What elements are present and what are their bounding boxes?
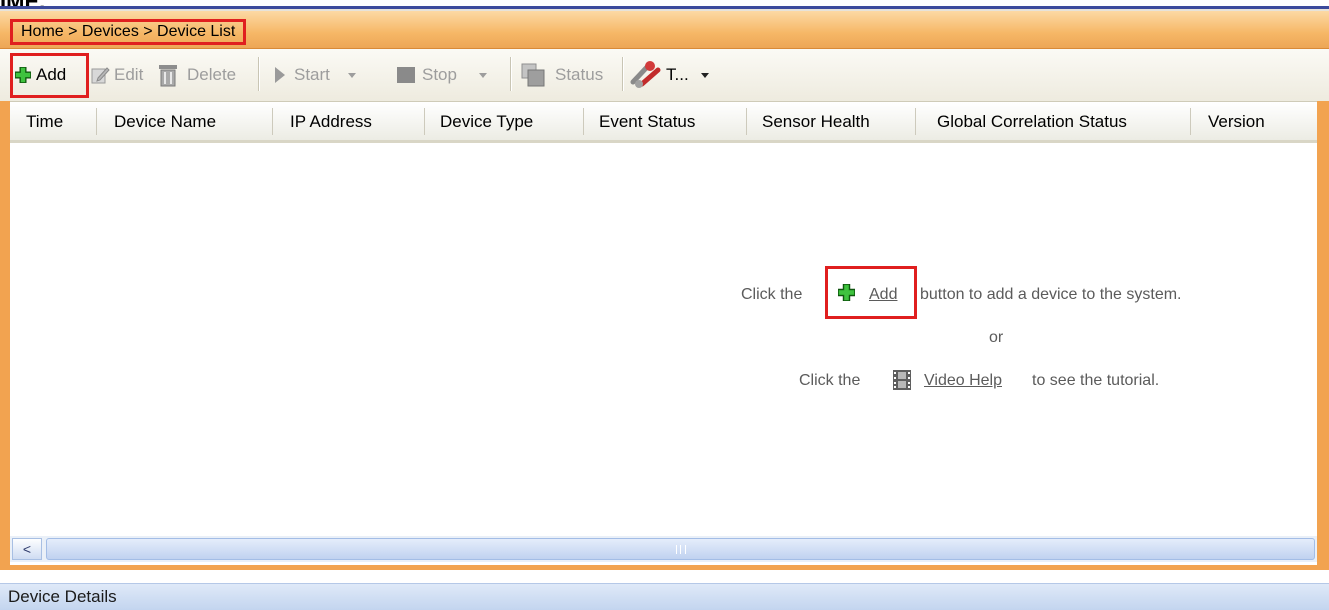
column-divider[interactable] [272,108,273,135]
toolbar: Add Edit Delete Start Stop Status T... [0,49,1329,102]
device-details-panel[interactable]: Device Details [0,583,1329,610]
add-link[interactable]: Add [869,286,897,304]
grip-icon [675,544,686,554]
video-help-link[interactable]: Video Help [924,372,1002,390]
column-divider[interactable] [915,108,916,135]
empty-state-line3-prefix: Click the [799,372,861,389]
column-device-name[interactable]: Device Name [114,103,216,140]
toolbar-separator [258,57,260,91]
add-plus-icon [838,284,855,301]
column-sensor-health[interactable]: Sensor Health [762,103,870,140]
column-time[interactable]: Time [26,103,63,140]
start-button[interactable]: Start [274,49,356,101]
column-device-type[interactable]: Device Type [440,103,533,140]
empty-state-or: or [989,329,1004,346]
stop-icon [397,67,415,83]
film-icon [893,370,911,390]
horizontal-scrollbar[interactable]: < [10,536,1317,562]
breadcrumb[interactable]: Home > Devices > Device List [10,19,247,45]
add-button-label: Add [36,65,67,84]
breadcrumb-bar: Home > Devices > Device List [0,11,1329,49]
column-divider[interactable] [746,108,747,135]
stop-button-label: Stop [422,65,457,84]
start-button-label: Start [294,65,330,84]
column-version[interactable]: Version [1208,103,1265,140]
column-header: Time Device Name IP Address Device Type … [10,103,1317,143]
delete-button-label: Delete [187,65,237,84]
edit-button-label: Edit [114,65,144,84]
column-event-status[interactable]: Event Status [599,103,695,140]
status-button-label: Status [555,65,604,84]
add-button[interactable]: Add [15,49,66,101]
toolbar-separator [622,57,624,91]
breadcrumb-text: Home > Devices > Device List [21,23,236,40]
edit-button[interactable]: Edit [90,49,143,101]
tools-button-label: T... [666,65,689,84]
empty-state-line1-prefix: Click the [741,286,803,303]
edit-icon [91,67,110,84]
tools-dropdown-caret-icon[interactable] [700,72,709,78]
play-icon [275,67,285,83]
column-ip-address[interactable]: IP Address [290,103,372,140]
empty-state-line3-suffix: to see the tutorial. [1032,372,1160,389]
column-divider[interactable] [96,108,97,135]
column-divider[interactable] [424,108,425,135]
stop-button[interactable]: Stop [396,49,487,101]
right-frame [1317,101,1329,565]
device-details-title: Device Details [8,587,117,606]
status-icon [521,63,545,87]
trash-icon [159,65,177,87]
column-divider[interactable] [583,108,584,135]
stop-dropdown-caret-icon[interactable] [478,72,487,78]
device-list-grid [10,143,1317,536]
tools-icon [630,61,661,88]
status-button[interactable]: Status [519,49,603,101]
column-divider[interactable] [1190,108,1191,135]
add-plus-icon [15,67,31,83]
empty-state-line1-suffix: button to add a device to the system. [920,286,1182,303]
chevron-left-icon: < [22,541,32,557]
delete-button[interactable]: Delete [157,49,236,101]
left-frame [0,101,10,565]
scroll-left-button[interactable]: < [12,538,42,560]
tools-button[interactable]: T... [630,49,709,101]
start-dropdown-caret-icon[interactable] [347,72,356,78]
panel-gap [0,570,1329,582]
scroll-thumb[interactable] [46,538,1315,560]
column-global-correlation-status[interactable]: Global Correlation Status [937,103,1127,140]
toolbar-separator [510,57,512,91]
